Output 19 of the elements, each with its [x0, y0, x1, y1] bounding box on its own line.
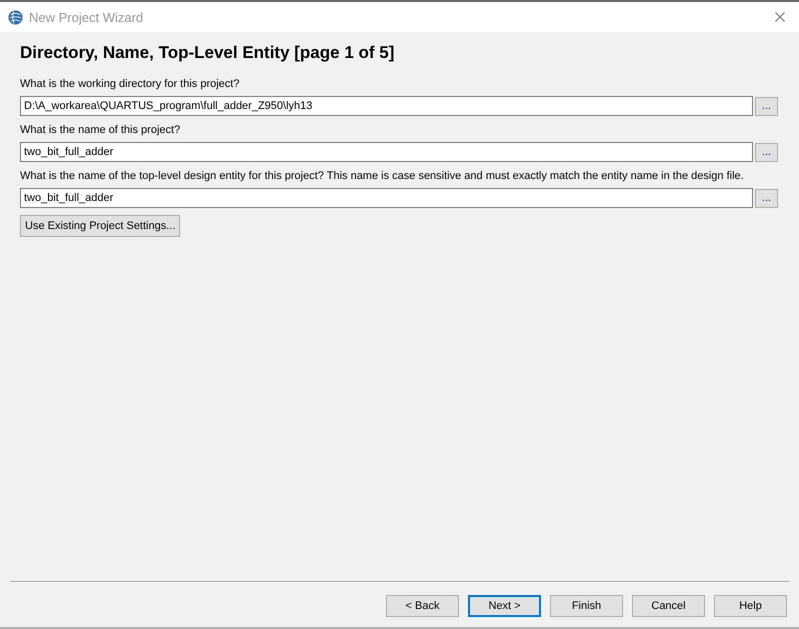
- globe-icon: [8, 10, 23, 24]
- field-label: What is the name of this project?: [20, 123, 182, 138]
- window-title: New Project Wizard: [29, 10, 144, 24]
- field-label: What is the working directory for this project?: [20, 77, 240, 92]
- wizard-button[interactable]: < Back: [386, 595, 459, 617]
- wizard-button[interactable]: Cancel: [632, 595, 705, 617]
- wizard-button[interactable]: Next >: [468, 595, 541, 617]
- browse-button[interactable]: ...: [755, 96, 778, 116]
- input-field[interactable]: two_bit_full_adder: [20, 142, 753, 162]
- page-heading: Directory, Name, Top-Level Entity [page 1 of 5]: [20, 42, 394, 64]
- wizard-button[interactable]: Finish: [550, 595, 623, 617]
- use-existing-settings-button[interactable]: Use Existing Project Settings...: [20, 215, 180, 237]
- wizard-button[interactable]: Help: [714, 595, 787, 617]
- close-icon[interactable]: [775, 12, 785, 22]
- input-field[interactable]: D:\A_workarea\QUARTUS_program\full_adder_Z950\lyh13: [20, 96, 753, 116]
- input-field[interactable]: two_bit_full_adder: [20, 188, 753, 208]
- browse-button[interactable]: ...: [755, 188, 778, 208]
- browse-button[interactable]: ...: [755, 142, 778, 162]
- field-label: What is the name of the top-level design entity for this project? This name is case sensitive and must exactly match the entity name in the design file.: [20, 169, 745, 184]
